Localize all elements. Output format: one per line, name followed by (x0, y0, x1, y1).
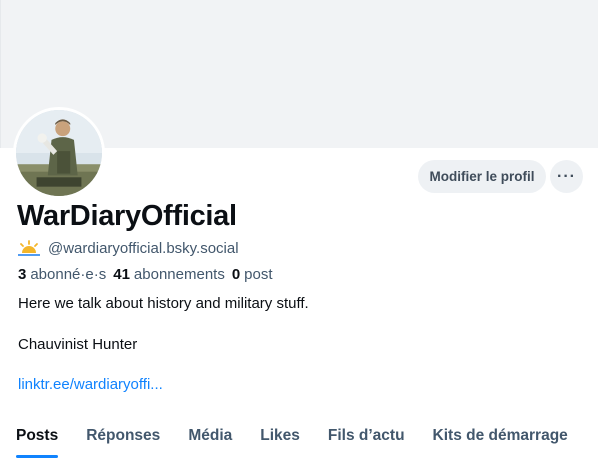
profile-handle[interactable]: @wardiaryofficial.bsky.social (48, 240, 239, 257)
more-icon: ··· (557, 167, 576, 185)
bio-line: Here we talk about history and military … (18, 295, 309, 312)
following-label: abonnements (133, 266, 225, 283)
display-name: WarDiaryOfficial (17, 200, 237, 232)
profile-stats: 3 abonné·e·s 41 abonnements 0 post (18, 266, 273, 283)
edit-profile-button[interactable]: Modifier le profil (418, 160, 546, 193)
tab-media[interactable]: Média (188, 415, 232, 460)
tab-posts[interactable]: Posts (16, 415, 59, 460)
followers-label: abonné·e·s (30, 266, 107, 283)
posts-label: post (244, 266, 273, 283)
bio-line: Chauvinist Hunter (18, 336, 138, 353)
followers-stat[interactable]: 3 abonné·e·s (18, 266, 106, 283)
avatar[interactable] (13, 107, 105, 199)
tab-likes[interactable]: Likes (260, 415, 300, 460)
posts-stat: 0 post (232, 266, 273, 283)
posts-count: 0 (231, 266, 241, 283)
handle-row: @wardiaryofficial.bsky.social (18, 238, 239, 258)
profile-link[interactable]: linktr.ee/wardiaryoffi... (18, 376, 163, 393)
profile-tabs: Posts Réponses Média Likes Fils d’actu K… (0, 415, 598, 460)
more-options-button[interactable]: ··· (550, 160, 583, 193)
tab-starter-packs[interactable]: Kits de démarrage (433, 415, 568, 460)
following-count: 41 (113, 266, 130, 283)
avatar-image (16, 110, 102, 196)
sun-icon (18, 240, 40, 256)
tab-replies[interactable]: Réponses (86, 415, 160, 460)
tab-feeds[interactable]: Fils d’actu (328, 415, 405, 460)
followers-count: 3 (18, 266, 27, 283)
following-stat[interactable]: 41 abonnements (113, 266, 225, 283)
